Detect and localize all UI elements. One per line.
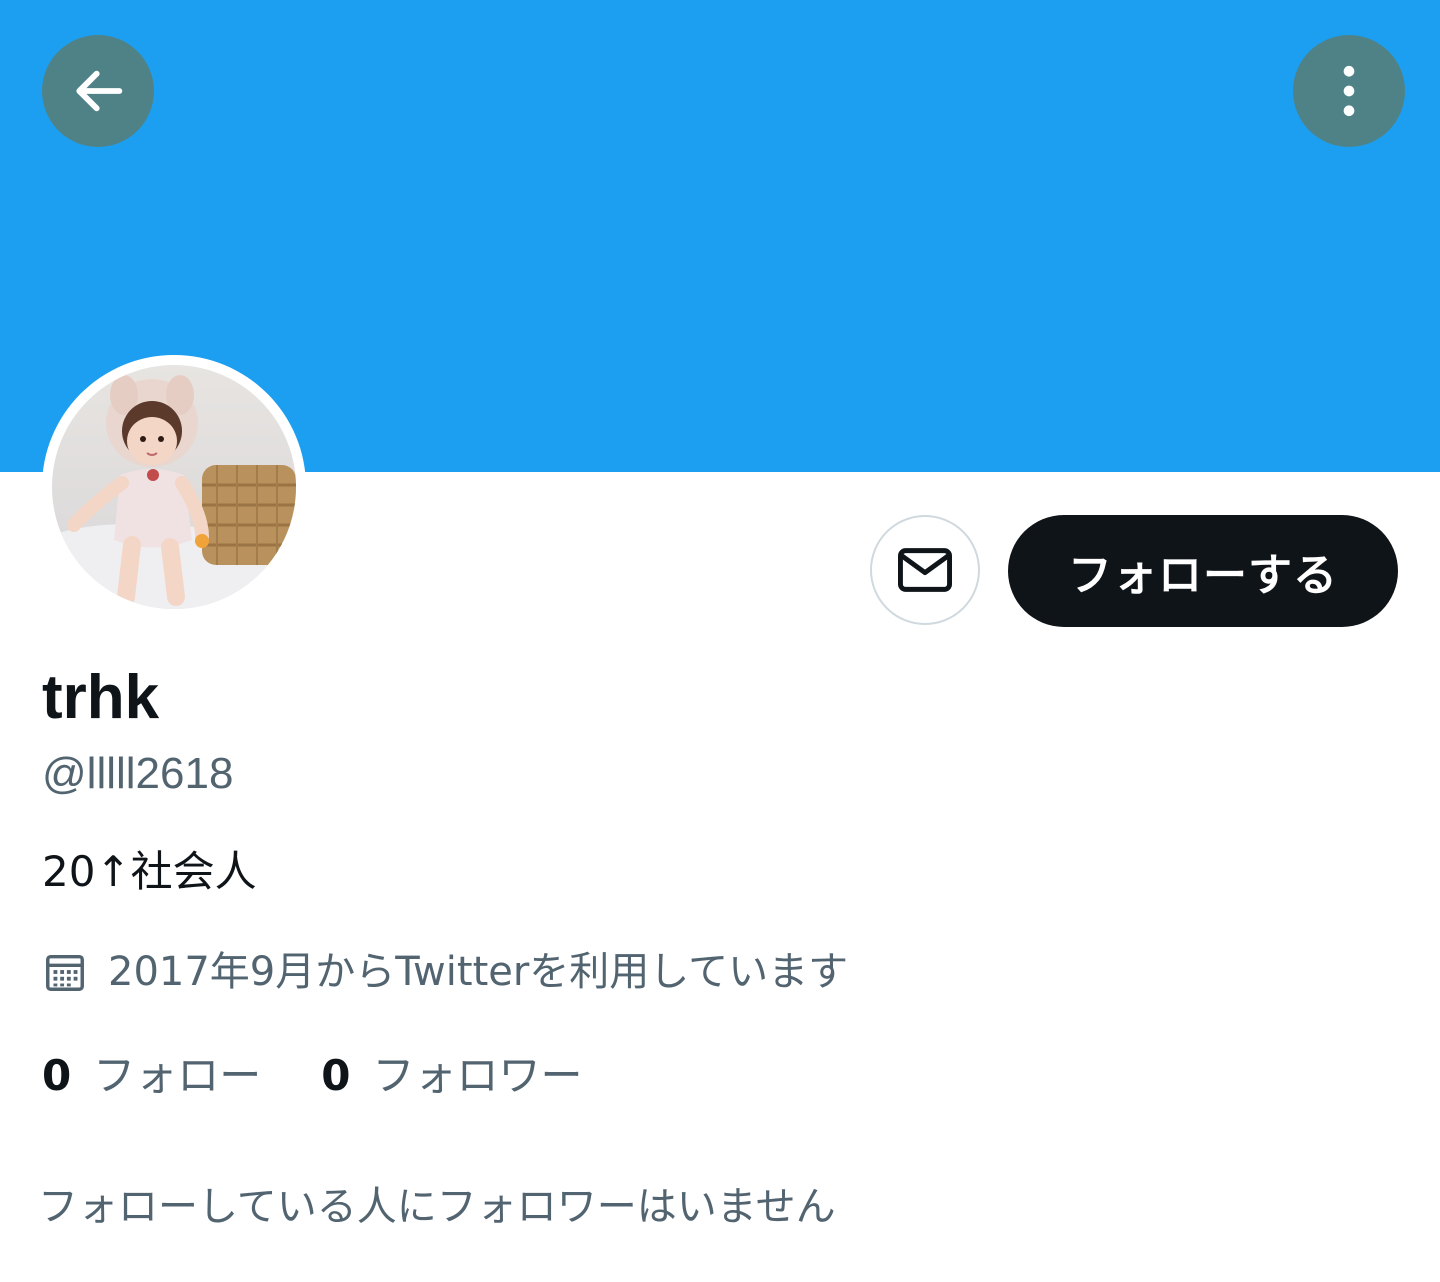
calendar-icon	[42, 949, 88, 995]
join-date-text: 2017年9月からTwitterを利用しています	[108, 949, 849, 995]
envelope-icon	[898, 548, 952, 592]
followers-you-know-note: フォローしている人にフォロワーはいません	[38, 1184, 836, 1230]
arrow-left-icon	[76, 70, 123, 112]
profile-photo	[52, 365, 296, 609]
followers-link[interactable]: 0 フォロワー	[321, 1048, 582, 1104]
more-vertical-icon	[1343, 65, 1355, 117]
join-date: 2017年9月からTwitterを利用しています	[42, 945, 848, 999]
followers-label: フォロワー	[372, 1051, 583, 1100]
follow-stats: 0 フォロー 0 フォロワー	[42, 1048, 643, 1104]
user-handle: @lllll2618	[42, 749, 234, 798]
following-link[interactable]: 0 フォロー	[42, 1048, 261, 1104]
following-count: 0	[42, 1051, 72, 1100]
followers-count: 0	[321, 1051, 351, 1100]
profile-bio: 20↑社会人	[42, 847, 257, 896]
follow-button[interactable]: フォローする	[1008, 515, 1398, 627]
display-name: trhk	[42, 663, 160, 732]
avatar[interactable]	[42, 355, 306, 619]
more-options-button[interactable]	[1293, 35, 1405, 147]
message-button[interactable]	[870, 515, 980, 625]
back-button[interactable]	[42, 35, 154, 147]
following-label: フォロー	[93, 1051, 262, 1100]
